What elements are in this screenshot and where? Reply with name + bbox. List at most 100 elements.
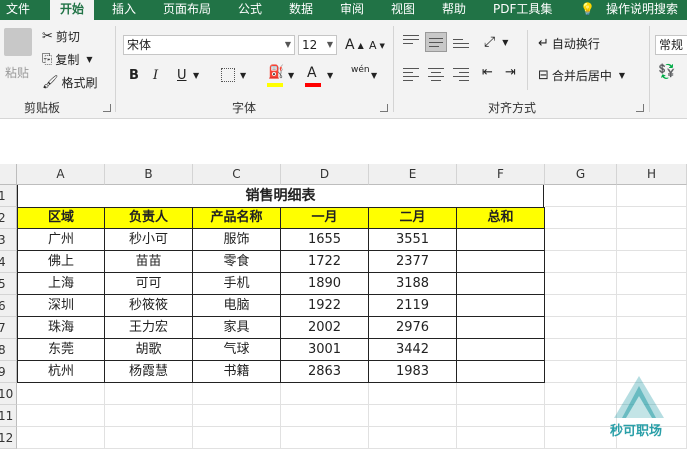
empty-cell[interactable] bbox=[281, 383, 369, 405]
column-header-a[interactable]: A bbox=[17, 164, 105, 185]
empty-cell[interactable] bbox=[617, 229, 687, 251]
paste-icon[interactable] bbox=[4, 28, 32, 56]
table-cell[interactable]: 3551 bbox=[369, 229, 457, 251]
column-header-b[interactable]: B bbox=[105, 164, 193, 185]
italic-button[interactable]: I bbox=[153, 68, 158, 83]
number-format-select[interactable]: 常规 bbox=[655, 35, 687, 55]
table-cell[interactable]: 深圳 bbox=[17, 295, 105, 317]
empty-cell[interactable] bbox=[193, 383, 281, 405]
tab-data[interactable]: 数据 bbox=[289, 0, 313, 20]
table-cell[interactable]: 1890 bbox=[281, 273, 369, 295]
format-painter-button[interactable]: 🖌 格式刷 bbox=[42, 74, 98, 91]
fill-color-dropdown-icon[interactable]: ▼ bbox=[288, 71, 294, 80]
table-header-cell[interactable]: 二月 bbox=[369, 207, 457, 229]
table-cell[interactable]: 杨霞慧 bbox=[105, 361, 193, 383]
table-cell[interactable]: 可可 bbox=[105, 273, 193, 295]
row-header-7[interactable]: 7 bbox=[0, 317, 17, 339]
fill-color-button[interactable]: ⛽ bbox=[268, 66, 284, 79]
table-cell[interactable]: 秒筱筱 bbox=[105, 295, 193, 317]
increase-indent-icon[interactable]: ⇥ bbox=[505, 65, 516, 80]
table-cell[interactable]: 广州 bbox=[17, 229, 105, 251]
column-header-h[interactable]: H bbox=[617, 164, 687, 185]
empty-cell[interactable] bbox=[545, 251, 617, 273]
empty-cell[interactable] bbox=[193, 405, 281, 427]
empty-cell[interactable] bbox=[545, 339, 617, 361]
tab-file[interactable]: 文件 bbox=[6, 0, 30, 20]
empty-cell[interactable] bbox=[545, 229, 617, 251]
tab-formulas[interactable]: 公式 bbox=[238, 0, 262, 20]
table-header-cell[interactable]: 区域 bbox=[17, 207, 105, 229]
tell-me-search[interactable]: 操作说明搜索 bbox=[606, 0, 678, 20]
table-header-cell[interactable]: 负责人 bbox=[105, 207, 193, 229]
table-cell[interactable] bbox=[457, 361, 545, 383]
table-cell[interactable]: 2377 bbox=[369, 251, 457, 273]
font-name-select[interactable]: 宋体 ▼ bbox=[123, 35, 295, 55]
table-cell[interactable]: 气球 bbox=[193, 339, 281, 361]
font-color-dropdown-icon[interactable]: ▼ bbox=[327, 71, 333, 80]
empty-cell[interactable] bbox=[617, 273, 687, 295]
font-launcher[interactable] bbox=[380, 104, 388, 112]
tab-home[interactable]: 开始 bbox=[50, 0, 95, 20]
empty-cell[interactable] bbox=[545, 317, 617, 339]
table-header-cell[interactable]: 总和 bbox=[457, 207, 545, 229]
table-cell[interactable]: 2002 bbox=[281, 317, 369, 339]
phonetic-guide-button[interactable]: wén bbox=[351, 65, 370, 75]
tab-page-layout[interactable]: 页面布局 bbox=[163, 0, 211, 20]
empty-cell[interactable] bbox=[17, 383, 105, 405]
table-cell[interactable]: 2976 bbox=[369, 317, 457, 339]
table-cell[interactable]: 2863 bbox=[281, 361, 369, 383]
row-header-10[interactable]: 10 bbox=[0, 383, 17, 405]
table-header-cell[interactable]: 产品名称 bbox=[193, 207, 281, 229]
table-cell[interactable]: 1983 bbox=[369, 361, 457, 383]
align-right-icon[interactable] bbox=[453, 68, 469, 81]
currency-format-icon[interactable]: 💱 bbox=[658, 64, 675, 80]
align-bottom-icon[interactable] bbox=[453, 34, 469, 48]
borders-icon[interactable] bbox=[221, 68, 235, 82]
font-size-select[interactable]: 12 ▼ bbox=[298, 35, 337, 55]
empty-cell[interactable] bbox=[369, 427, 457, 449]
phonetic-dropdown-icon[interactable]: ▼ bbox=[371, 71, 377, 80]
empty-cell[interactable] bbox=[457, 427, 545, 449]
table-cell[interactable]: 杭州 bbox=[17, 361, 105, 383]
table-cell[interactable] bbox=[457, 295, 545, 317]
font-color-button[interactable]: A bbox=[307, 65, 317, 81]
tab-insert[interactable]: 插入 bbox=[112, 0, 136, 20]
empty-cell[interactable] bbox=[617, 251, 687, 273]
row-header-11[interactable]: 11 bbox=[0, 405, 17, 427]
empty-cell[interactable] bbox=[545, 185, 617, 207]
table-cell[interactable]: 电脑 bbox=[193, 295, 281, 317]
table-header-cell[interactable]: 一月 bbox=[281, 207, 369, 229]
column-header-g[interactable]: G bbox=[545, 164, 617, 185]
empty-cell[interactable] bbox=[17, 427, 105, 449]
tab-pdf-tools[interactable]: PDF工具集 bbox=[493, 0, 552, 20]
grow-font-button[interactable]: A ▲ bbox=[345, 37, 364, 53]
select-all-corner[interactable] bbox=[0, 164, 17, 185]
table-cell[interactable] bbox=[457, 229, 545, 251]
table-cell[interactable]: 1922 bbox=[281, 295, 369, 317]
empty-cell[interactable] bbox=[545, 295, 617, 317]
row-header-6[interactable]: 6 bbox=[0, 295, 17, 317]
underline-dropdown-icon[interactable]: ▼ bbox=[193, 71, 199, 80]
table-cell[interactable]: 1722 bbox=[281, 251, 369, 273]
borders-dropdown-icon[interactable]: ▼ bbox=[240, 71, 246, 80]
empty-cell[interactable] bbox=[369, 405, 457, 427]
table-cell[interactable]: 2119 bbox=[369, 295, 457, 317]
row-header-5[interactable]: 5 bbox=[0, 273, 17, 295]
empty-cell[interactable] bbox=[281, 427, 369, 449]
table-cell[interactable]: 零食 bbox=[193, 251, 281, 273]
row-header-2[interactable]: 2 bbox=[0, 207, 17, 229]
align-center-icon[interactable] bbox=[428, 68, 444, 81]
column-header-c[interactable]: C bbox=[193, 164, 281, 185]
empty-cell[interactable] bbox=[617, 339, 687, 361]
empty-cell[interactable] bbox=[369, 383, 457, 405]
table-cell[interactable]: 胡歌 bbox=[105, 339, 193, 361]
decrease-indent-icon[interactable]: ⇤ bbox=[482, 65, 493, 80]
shrink-font-button[interactable]: A ▼ bbox=[369, 39, 385, 52]
orientation-icon[interactable]: ⤢ ▼ bbox=[484, 34, 508, 50]
table-cell[interactable]: 3001 bbox=[281, 339, 369, 361]
row-header-12[interactable]: 12 bbox=[0, 427, 17, 449]
empty-cell[interactable] bbox=[617, 317, 687, 339]
empty-cell[interactable] bbox=[545, 207, 617, 229]
clipboard-launcher[interactable] bbox=[103, 104, 111, 112]
table-cell[interactable]: 3442 bbox=[369, 339, 457, 361]
